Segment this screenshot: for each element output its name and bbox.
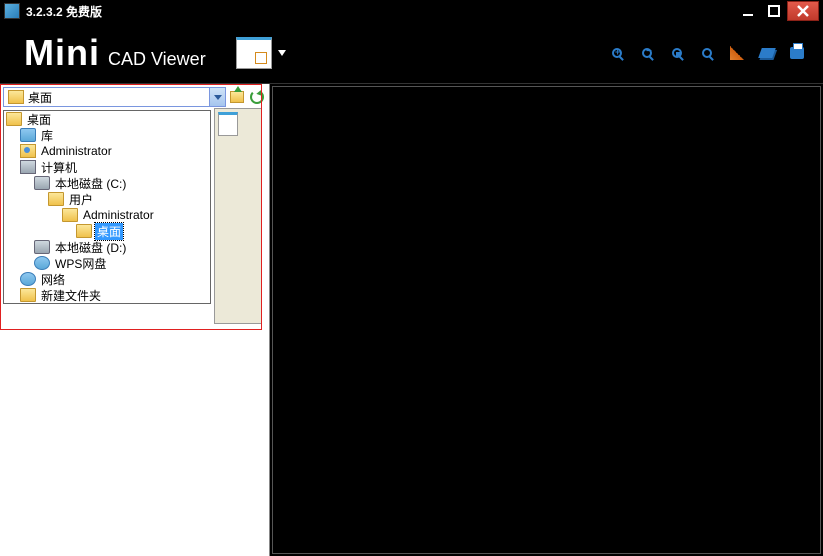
path-combobox[interactable]: 桌面 xyxy=(3,87,226,107)
toolbar: Mini CAD Viewer xyxy=(0,22,823,84)
zoom-out-icon xyxy=(642,48,652,58)
logo-main: Mini xyxy=(24,32,100,74)
folder-icon xyxy=(6,112,22,126)
tree-item-desktop[interactable]: 桌面 xyxy=(4,111,210,127)
folder-icon xyxy=(48,192,64,206)
library-icon xyxy=(20,128,36,142)
tree-item-network[interactable]: 网络 xyxy=(4,271,210,287)
tree-item-wps-cloud[interactable]: WPS网盘 xyxy=(4,255,210,271)
open-file-dropdown[interactable] xyxy=(278,50,286,56)
titlebar: 3.2.3.2 免费版 xyxy=(0,0,823,22)
thumbnail-list xyxy=(214,108,262,324)
user-icon xyxy=(20,144,36,158)
print-button[interactable] xyxy=(789,45,805,61)
file-thumbnail[interactable] xyxy=(218,112,238,136)
cad-viewport[interactable] xyxy=(272,86,821,554)
cloud-icon xyxy=(34,256,50,270)
folder-up-icon xyxy=(230,91,244,103)
app-icon xyxy=(4,3,20,19)
computer-icon xyxy=(20,160,36,174)
drive-icon xyxy=(34,240,50,254)
path-value: 桌面 xyxy=(28,89,209,106)
drive-icon xyxy=(34,176,50,190)
window-title: 3.2.3.2 免费版 xyxy=(26,3,735,20)
folder-tree-dropdown: 桌面 库 Administrator 计算机 本地磁盘 (C:) 用户 Admi… xyxy=(3,110,211,304)
tree-item-new-folder[interactable]: 新建文件夹 xyxy=(4,287,210,303)
app-logo: Mini CAD Viewer xyxy=(24,32,206,74)
zoom-out-button[interactable] xyxy=(639,45,655,61)
folder-icon xyxy=(62,208,78,222)
minimize-icon xyxy=(742,5,754,17)
window-controls xyxy=(735,1,819,21)
tree-item-libraries[interactable]: 库 xyxy=(4,127,210,143)
close-icon xyxy=(796,4,810,18)
zoom-region-button[interactable] xyxy=(699,45,715,61)
zoom-region-icon xyxy=(702,48,712,58)
layers-icon xyxy=(758,48,776,58)
folder-icon xyxy=(76,224,92,238)
zoom-in-icon xyxy=(612,48,622,58)
network-icon xyxy=(20,272,36,286)
maximize-icon xyxy=(768,5,780,17)
zoom-in-button[interactable] xyxy=(609,45,625,61)
close-button[interactable] xyxy=(787,1,819,21)
content-area: 桌面 桌面 库 Administrator 计算机 本地磁盘 (C:) 用户 A… xyxy=(0,84,823,556)
folder-up-button[interactable] xyxy=(228,88,246,106)
folder-icon xyxy=(8,90,24,104)
zoom-tools xyxy=(609,45,819,61)
layers-button[interactable] xyxy=(759,45,775,61)
logo-sub: CAD Viewer xyxy=(108,49,206,70)
open-file-button[interactable] xyxy=(236,37,272,69)
path-bar: 桌面 xyxy=(0,84,269,110)
tree-item-computer[interactable]: 计算机 xyxy=(4,159,210,175)
combo-dropdown-button[interactable] xyxy=(209,88,225,106)
folder-icon xyxy=(20,288,36,302)
measure-button[interactable] xyxy=(729,45,745,61)
zoom-fit-icon xyxy=(672,48,682,58)
tree-item-drive-d[interactable]: 本地磁盘 (D:) xyxy=(4,239,210,255)
tree-item-users-folder[interactable]: 用户 xyxy=(4,191,210,207)
tree-item-admin-folder[interactable]: Administrator xyxy=(4,207,210,223)
tree-item-user-admin[interactable]: Administrator xyxy=(4,143,210,159)
print-icon xyxy=(790,47,804,59)
tree-item-drive-c[interactable]: 本地磁盘 (C:) xyxy=(4,175,210,191)
minimize-button[interactable] xyxy=(735,1,761,21)
measure-icon xyxy=(730,46,744,60)
maximize-button[interactable] xyxy=(761,1,787,21)
refresh-icon xyxy=(250,90,264,104)
tree-item-desktop-nested[interactable]: 桌面 xyxy=(4,223,210,239)
app-window: 3.2.3.2 免费版 Mini CAD Viewer xyxy=(0,0,823,556)
refresh-button[interactable] xyxy=(248,88,266,106)
zoom-fit-button[interactable] xyxy=(669,45,685,61)
file-browser-panel: 桌面 桌面 库 Administrator 计算机 本地磁盘 (C:) 用户 A… xyxy=(0,84,270,556)
